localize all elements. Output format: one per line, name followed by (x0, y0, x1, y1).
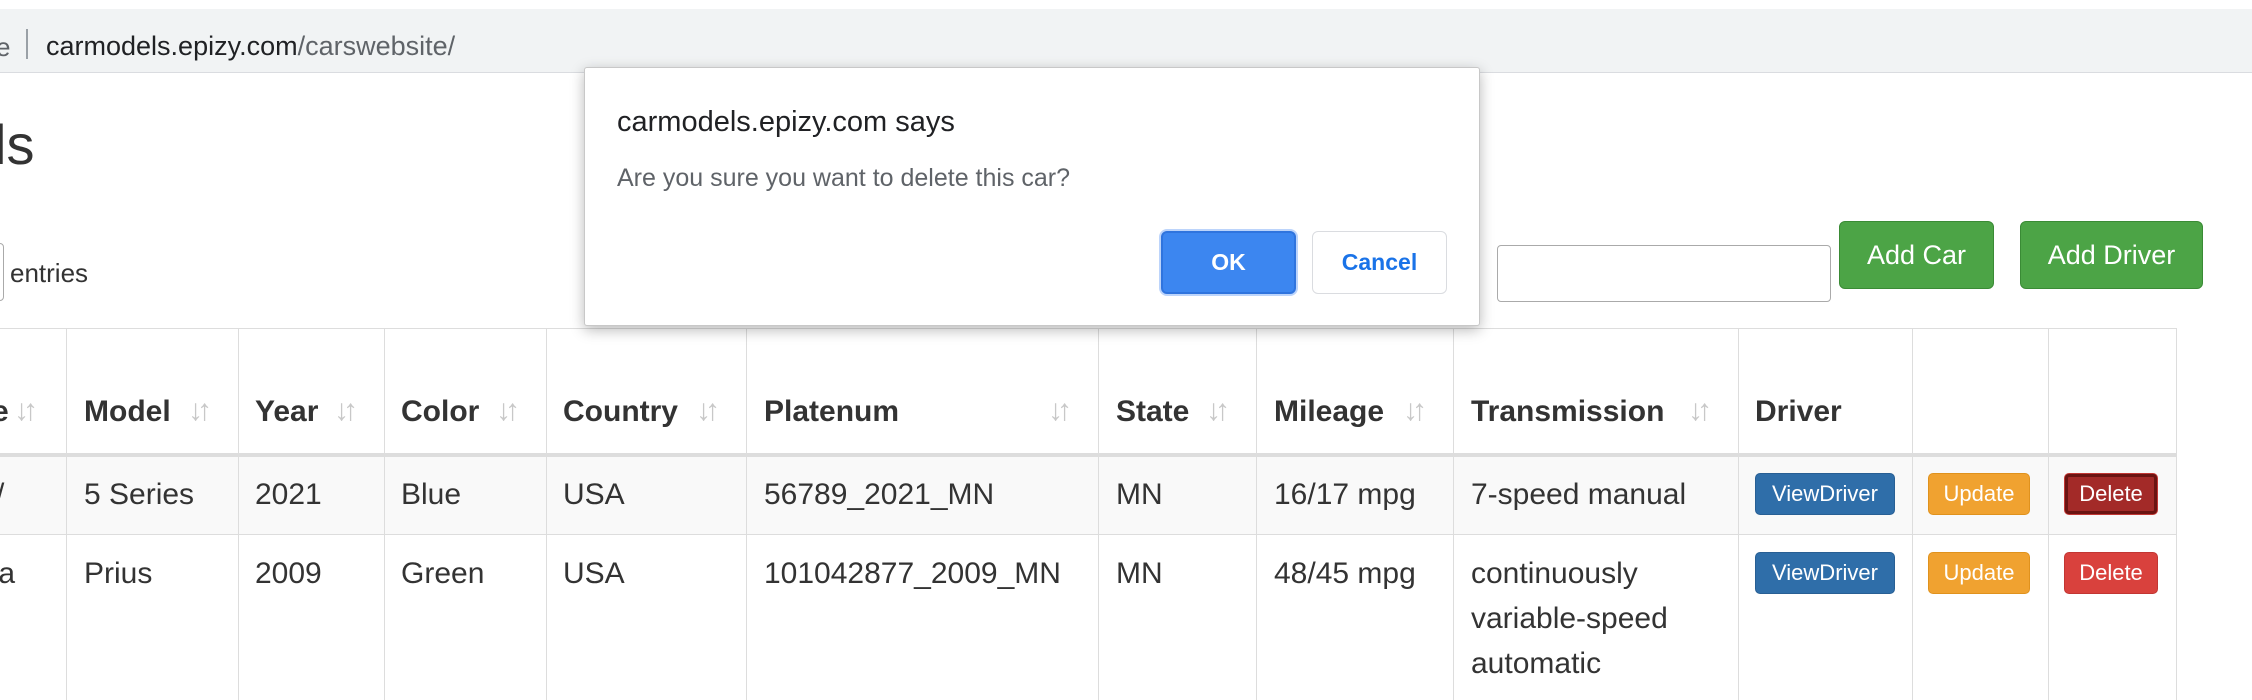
cell-year: 2009 (255, 557, 322, 590)
cell-color: Blue (401, 478, 462, 511)
cell-model: 5 Series (84, 478, 195, 511)
column-header-model[interactable]: Model (84, 395, 171, 429)
address-separator (26, 29, 28, 59)
view-driver-button[interactable]: ViewDriver (1755, 473, 1895, 515)
update-button[interactable]: Update (1928, 473, 2030, 515)
col-divider (66, 328, 67, 700)
col-divider (546, 328, 547, 700)
sort-icon[interactable]: ↓↑ (696, 394, 720, 428)
cell-color: Green (401, 557, 485, 590)
table-top-border (0, 328, 2176, 329)
add-car-button[interactable]: Add Car (1839, 221, 1994, 289)
page-title: ls (0, 113, 35, 176)
column-header-state[interactable]: State (1116, 395, 1189, 429)
browser-top-strip (0, 0, 2252, 9)
column-header-transmission[interactable]: Transmission (1471, 395, 1664, 429)
column-header-year[interactable]: Year (255, 395, 318, 429)
col-divider (1453, 328, 1454, 700)
sort-icon[interactable]: ↓↑ (334, 394, 358, 428)
cell-make: ta (0, 557, 16, 590)
col-divider (746, 328, 747, 700)
table-row-divider (0, 534, 2176, 535)
col-divider (384, 328, 385, 700)
search-input[interactable] (1497, 245, 1831, 302)
column-header-platenum[interactable]: Platenum (764, 395, 899, 429)
dialog-message: Are you sure you want to delete this car… (617, 164, 1071, 192)
cell-country: USA (563, 557, 625, 590)
cell-transmission-line: automatic (1471, 647, 1602, 680)
sort-icon[interactable]: ↓↑ (496, 394, 520, 428)
column-header-mileage[interactable]: Mileage (1274, 395, 1384, 429)
sort-icon[interactable]: ↓↑ (1206, 394, 1230, 428)
sort-icon[interactable]: ↓↑ (1403, 394, 1427, 428)
table-header-border (0, 453, 2176, 457)
col-divider (2176, 328, 2177, 700)
sort-icon[interactable]: ↓↑ (188, 394, 212, 428)
cell-platenum: 101042877_2009_MN (764, 557, 1061, 590)
confirm-dialog: carmodels.epizy.com says Are you sure yo… (584, 67, 1480, 326)
col-divider (238, 328, 239, 700)
cell-mileage: 16/17 mpg (1274, 478, 1416, 511)
column-header-color[interactable]: Color (401, 395, 479, 429)
view-driver-button[interactable]: ViewDriver (1755, 552, 1895, 594)
cancel-button[interactable]: Cancel (1312, 231, 1447, 294)
tab-title-fragment: e (0, 32, 11, 62)
ok-button[interactable]: OK (1161, 231, 1296, 294)
cell-transmission-line: variable-speed (1471, 602, 1668, 635)
cell-state: MN (1116, 478, 1163, 511)
add-driver-button[interactable]: Add Driver (2020, 221, 2203, 289)
url-text[interactable]: carmodels.epizy.com/carswebsite/ (46, 31, 455, 62)
sort-icon[interactable]: ↓↑ (1688, 394, 1712, 428)
column-header-make[interactable]: e (0, 395, 9, 429)
url-host: carmodels.epizy.com (46, 31, 298, 61)
cell-model: Prius (84, 557, 153, 590)
dialog-title: carmodels.epizy.com says (617, 106, 955, 138)
cell-state: MN (1116, 557, 1163, 590)
update-button[interactable]: Update (1928, 552, 2030, 594)
col-divider (1256, 328, 1257, 700)
cell-transmission: 7-speed manual (1471, 478, 1687, 511)
delete-button[interactable]: Delete (2064, 552, 2158, 594)
cell-country: USA (563, 478, 625, 511)
sort-icon[interactable]: ↓↑ (1048, 394, 1072, 428)
cell-make: / (0, 478, 4, 512)
cell-year: 2021 (255, 478, 322, 511)
column-header-driver: Driver (1755, 395, 1842, 428)
col-divider (2048, 328, 2049, 700)
address-bar[interactable]: e carmodels.epizy.com/carswebsite/ (0, 9, 2252, 73)
col-divider (1098, 328, 1099, 700)
col-divider (1738, 328, 1739, 700)
entries-label: entries (10, 258, 89, 288)
cell-platenum: 56789_2021_MN (764, 478, 995, 511)
cell-transmission-line: continuously (1471, 557, 1638, 590)
cell-mileage: 48/45 mpg (1274, 557, 1416, 590)
entries-length-select[interactable] (0, 243, 4, 301)
url-path: /carswebsite/ (297, 31, 456, 61)
delete-button[interactable]: Delete (2064, 473, 2158, 515)
column-header-country[interactable]: Country (563, 395, 678, 429)
col-divider (1912, 328, 1913, 700)
sort-icon[interactable]: ↓↑ (14, 394, 38, 428)
